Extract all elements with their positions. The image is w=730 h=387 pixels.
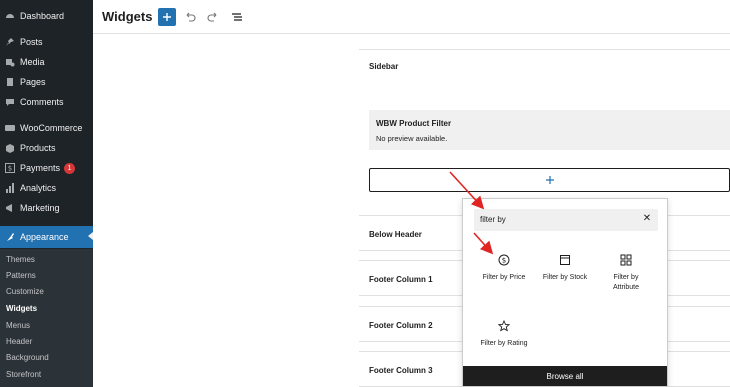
widget-area-title: Footer Column 1 [369, 275, 433, 284]
menu-label: Posts [20, 37, 43, 47]
menu-label: Appearance [20, 232, 69, 242]
menu-analytics[interactable]: Analytics [0, 178, 93, 198]
widget-area-sidebar[interactable]: Sidebar WBW Product Filter No preview av… [359, 49, 730, 218]
menu-pages[interactable]: Pages [0, 72, 93, 92]
menu-woocommerce[interactable]: WooCommerce [0, 118, 93, 138]
menu-payments[interactable]: $ Payments 1 [0, 158, 93, 178]
editor-header: Widgets [93, 0, 730, 34]
dollar-circle-icon: $ [497, 253, 511, 267]
payments-badge: 1 [64, 162, 76, 174]
widget-area-title: Footer Column 3 [369, 366, 433, 375]
block-label: Filter by Attribute [612, 274, 640, 291]
block-label: Filter by Stock [542, 274, 588, 281]
menu-label: Comments [20, 97, 64, 107]
block-filter-by-rating[interactable]: Filter by Rating [472, 313, 536, 365]
submenu-background[interactable]: Background [0, 349, 93, 365]
menu-products[interactable]: Products [0, 138, 93, 158]
page-title: Widgets [102, 9, 153, 24]
svg-text:$: $ [502, 257, 506, 265]
analytics-icon [5, 183, 15, 193]
add-block-button[interactable] [158, 8, 176, 26]
box-icon [558, 253, 572, 267]
widget-area-title: Footer Column 2 [369, 321, 433, 330]
pages-icon [5, 77, 15, 87]
appearance-icon [5, 232, 15, 242]
menu-label: WooCommerce [20, 123, 83, 133]
submenu-storefront[interactable]: Storefront [0, 366, 93, 382]
pin-icon [5, 37, 15, 47]
block-appender-button[interactable] [369, 168, 730, 192]
submenu-themes[interactable]: Themes [0, 251, 93, 267]
menu-label: Marketing [20, 203, 60, 213]
woo-icon [5, 123, 15, 133]
submenu-patterns[interactable]: Patterns [0, 267, 93, 283]
block-inserter-popover: filter by ✕ $ Filter by Price Filter by … [462, 198, 668, 387]
search-value: filter by [480, 215, 506, 224]
block-title: WBW Product Filter [376, 119, 452, 128]
svg-text:$: $ [8, 165, 12, 173]
marketing-icon [5, 203, 15, 213]
menu-label: Analytics [20, 183, 57, 193]
menu-marketing[interactable]: Marketing [0, 198, 93, 218]
block-filter-by-stock[interactable]: Filter by Stock [533, 247, 597, 299]
block-search-input[interactable]: filter by ✕ [474, 209, 658, 231]
menu-label: Media [20, 57, 45, 67]
undo-icon [186, 12, 196, 22]
star-icon [497, 319, 511, 333]
menu-label: Payments [20, 163, 61, 173]
submenu-menus[interactable]: Menus [0, 317, 93, 333]
list-view-icon [232, 13, 242, 21]
widget-area-title: Sidebar [369, 62, 399, 71]
menu-posts[interactable]: Posts [0, 32, 93, 52]
redo-button[interactable] [205, 9, 221, 25]
submenu-customize[interactable]: Customize [0, 283, 93, 299]
close-icon[interactable]: ✕ [642, 214, 652, 224]
menu-label: Products [20, 143, 56, 153]
widget-area-title: Below Header [369, 230, 422, 239]
block-filter-by-attribute[interactable]: Filter by Attribute [594, 247, 658, 299]
browse-all-button[interactable]: Browse all [463, 366, 667, 386]
appearance-submenu: Themes Patterns Customize Widgets Menus … [0, 249, 93, 387]
block-filter-by-price[interactable]: $ Filter by Price [472, 247, 536, 299]
list-view-button[interactable] [229, 9, 245, 25]
menu-label: Pages [20, 77, 46, 87]
payments-icon: $ [5, 163, 15, 173]
submenu-header[interactable]: Header [0, 333, 93, 349]
submenu-widgets[interactable]: Widgets [0, 300, 93, 316]
wbw-product-filter-block[interactable]: WBW Product Filter No preview available. [369, 110, 730, 150]
media-icon [5, 57, 15, 67]
block-label: Filter by Rating [480, 340, 528, 347]
plus-icon [163, 13, 171, 21]
redo-icon [207, 12, 217, 22]
block-label: Filter by Price [482, 274, 526, 281]
menu-dashboard[interactable]: Dashboard [0, 6, 93, 26]
menu-media[interactable]: Media [0, 52, 93, 72]
undo-button[interactable] [182, 9, 198, 25]
admin-sidebar: Dashboard Posts Media Pages Comments Woo… [0, 0, 93, 387]
plus-icon [545, 176, 554, 184]
menu-label: Dashboard [20, 11, 65, 21]
dashboard-icon [5, 11, 15, 21]
menu-comments[interactable]: Comments [0, 92, 93, 112]
products-icon [5, 143, 15, 153]
comments-icon [5, 97, 15, 107]
grid-icon [619, 253, 633, 267]
block-description: No preview available. [376, 134, 448, 143]
menu-appearance[interactable]: Appearance [0, 226, 93, 248]
